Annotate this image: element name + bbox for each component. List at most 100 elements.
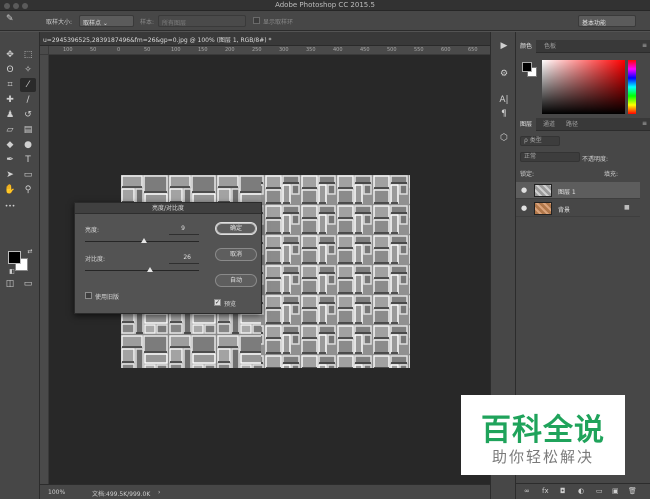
dialog-title[interactable]: 亮度/对比度 [75,203,261,214]
contrast-value-field[interactable]: 26 [177,254,191,261]
pen-tool-icon[interactable]: ✒ [2,153,18,167]
lock-icon: ■ [624,204,630,211]
move-tool-icon[interactable]: ✥ [2,48,18,62]
ok-button[interactable]: 确定 [215,222,257,235]
play-actions-icon[interactable]: ▶ [497,40,511,52]
hue-slider[interactable] [628,60,636,114]
eraser-tool-icon[interactable]: ▱ [2,123,18,137]
new-layer-icon[interactable]: ▣ [612,487,619,495]
zoom-level[interactable]: 100% [48,489,65,496]
options-bar: ✎ 取样大小: 取样点 ⌄ 样本: 所有图层 显示取样环 基本功能 [0,11,650,31]
dodge-tool-icon[interactable]: ● [20,138,36,152]
preview-checkbox[interactable]: ✓ [214,299,221,306]
link-layers-icon[interactable]: ∞ [524,487,530,495]
use-legacy-checkbox[interactable] [85,292,92,299]
ruler-tick-label: 500 [387,47,397,53]
ruler-tick-label: 650 [468,47,478,53]
path-selection-tool-icon[interactable]: ➤ [2,168,18,182]
lasso-tool-icon[interactable]: ʘ [2,63,18,77]
tab-channels[interactable]: 通道 [539,118,559,131]
rectangle-tool-icon[interactable]: ▭ [20,168,36,182]
panel-foreground-color[interactable] [522,62,532,72]
visibility-eye-icon[interactable]: ● [521,204,527,212]
adjustment-layer-icon[interactable]: ◐ [578,487,584,495]
layer-row-background[interactable]: ● 背景 ■ [516,200,640,217]
ruler-tick-label: 0 [117,47,121,53]
quick-mask-icon[interactable]: ◫ [2,277,18,291]
document-tab[interactable]: u=2945396525,2839187496&fm=26&gp=0.jpg @… [40,32,490,46]
color-picker-field[interactable] [542,60,625,114]
ruler-origin[interactable] [40,46,49,55]
document-size: 文档:499.5K/999.0K [92,491,151,498]
eyedropper-preset-icon[interactable]: ✎ [6,14,14,24]
color-panel-menu-icon[interactable]: ≡ [642,42,647,49]
title-bar: Adobe Photoshop CC 2015.5 [0,0,650,11]
edit-toolbar-icon[interactable]: ••• [2,200,18,214]
cancel-button[interactable]: 取消 [215,248,257,261]
contrast-slider-knob[interactable] [146,267,153,272]
magic-wand-tool-icon[interactable]: ✧ [20,63,36,77]
foreground-color-swatch[interactable] [8,251,21,264]
hand-tool-icon[interactable]: ✋ [2,183,18,197]
layer-filter-select[interactable]: ρ 类型 [520,136,560,146]
tab-layers[interactable]: 图层 [516,118,537,131]
vertical-ruler[interactable] [40,55,49,484]
tools-panel: ⇄ ◧ ◫ ▭ ✥ ⬚ ʘ ✧ ⌗ ⁄ ✚ / ♟ ↺ ▱ ▤ ◆ ● ✒ T ➤ ▭ ✋ ⚲ ••• [0,32,40,499]
character-icon[interactable]: A| [497,94,511,106]
crop-tool-icon[interactable]: ⌗ [2,78,18,92]
history-brush-tool-icon[interactable]: ↺ [20,108,36,122]
horizontal-ruler[interactable]: 100 50 0 50 100 150 200 250 300 350 400 450 500 550 60… [49,46,490,55]
ruler-tick-label: 450 [360,47,370,53]
layer-name[interactable]: 背景 [558,205,570,214]
new-group-icon[interactable]: ▭ [596,487,603,495]
brush-tool-icon[interactable]: / [20,93,36,107]
blend-mode-select[interactable]: 正常 [520,152,580,162]
layer-row-layer-1[interactable]: ● 图层 1 [516,182,640,199]
layers-panel-footer: ∞ fx ◘ ◐ ▭ ▣ 🗑 [516,483,650,499]
healing-brush-tool-icon[interactable]: ✚ [2,93,18,107]
ruler-tick-label: 200 [225,47,235,53]
type-tool-icon[interactable]: T [20,153,36,167]
tab-paths[interactable]: 路径 [562,118,582,131]
sample-size-label: 取样大小: [46,19,73,26]
tab-swatches[interactable]: 色板 [540,40,560,53]
show-sampling-ring-checkbox[interactable] [253,17,260,24]
marquee-tool-icon[interactable]: ⬚ [20,48,36,62]
paragraph-icon[interactable]: ¶ [497,108,511,120]
swap-colors-icon[interactable]: ⇄ [22,245,38,259]
screen-mode-icon[interactable]: ▭ [20,277,36,291]
document-tab-title: u=2945396525,2839187496&fm=26&gp=0.jpg @… [43,37,272,44]
brightness-slider-knob[interactable] [141,238,148,243]
use-legacy-label: 使用旧版 [95,294,120,301]
eyedropper-tool-icon[interactable]: ⁄ [20,78,36,92]
properties-icon[interactable]: ⚙ [497,68,511,80]
layers-panel-menu-icon[interactable]: ≡ [642,120,647,127]
layer-style-icon[interactable]: fx [542,487,549,495]
watermark-logo: 百科全说 助你轻松解决 [461,395,625,475]
tab-color[interactable]: 颜色 [516,40,537,53]
delete-layer-icon[interactable]: 🗑 [628,487,637,495]
workspace-select[interactable]: 基本功能 [578,15,636,27]
ruler-tick-label: 350 [306,47,316,53]
ruler-tick-label: 50 [90,47,97,53]
add-mask-icon[interactable]: ◘ [560,487,566,495]
visibility-eye-icon[interactable]: ● [521,186,527,194]
clone-stamp-tool-icon[interactable]: ♟ [2,108,18,122]
blur-tool-icon[interactable]: ◆ [2,138,18,152]
sample-label: 样本: [140,19,155,26]
opacity-label: 不透明度: [582,156,609,163]
brightness-label: 亮度: [85,227,100,234]
brightness-value-field[interactable]: 9 [171,225,185,232]
status-menu-arrow-icon[interactable]: › [158,489,160,496]
zoom-tool-icon[interactable]: ⚲ [20,183,36,197]
contrast-slider-track[interactable] [85,270,199,271]
layer-name[interactable]: 图层 1 [558,187,576,196]
layer-thumbnail [534,202,552,215]
layer-thumbnail [534,184,552,197]
sample-select[interactable]: 所有图层 [158,15,246,27]
gradient-tool-icon[interactable]: ▤ [20,123,36,137]
ruler-tick-label: 600 [441,47,451,53]
auto-button[interactable]: 自动 [215,274,257,287]
sample-size-select[interactable]: 取样点 ⌄ [79,15,134,27]
3d-icon[interactable]: ⬡ [497,132,511,144]
